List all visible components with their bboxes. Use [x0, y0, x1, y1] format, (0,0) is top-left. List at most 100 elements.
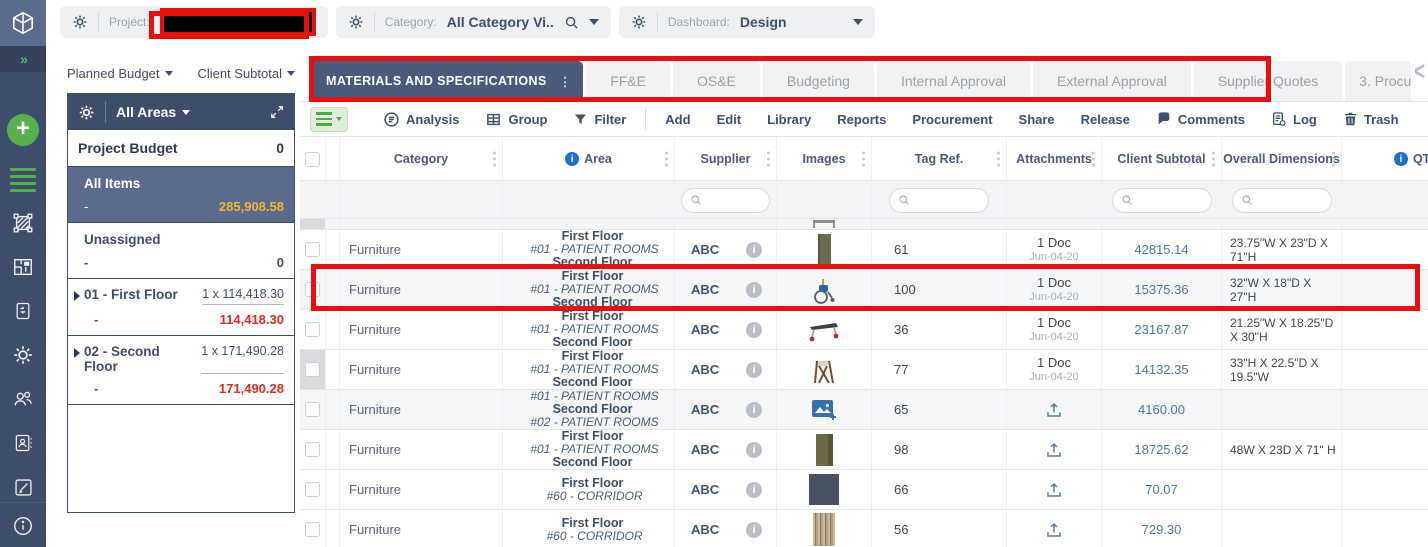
col-header-qty[interactable]: iQTY — [1342, 137, 1428, 181]
attachment-link[interactable]: 1 Doc — [1037, 235, 1071, 250]
group-button[interactable]: Group — [472, 111, 560, 128]
add-button[interactable]: Add — [652, 112, 703, 127]
reports-button[interactable]: Reports — [824, 112, 899, 127]
tab-ffe[interactable]: FF&E — [586, 61, 670, 101]
materials-swatch-icon[interactable] — [10, 210, 36, 236]
expand-arrow-icon[interactable] — [74, 291, 80, 301]
chevron-down-icon[interactable] — [588, 19, 599, 25]
info-icon[interactable] — [0, 502, 46, 537]
invoice-icon[interactable] — [10, 298, 36, 324]
project-budget-row[interactable]: Project Budget 0 — [68, 130, 294, 167]
areas-gear-icon[interactable] — [78, 104, 95, 121]
floorplan-icon[interactable] — [10, 254, 36, 280]
comments-button[interactable]: Comments — [1143, 111, 1258, 127]
planned-budget-dropdown[interactable]: Planned Budget — [67, 66, 173, 81]
table-row[interactable]: Furniture First Floor #01 - PATIENT ROOMS… — [300, 310, 1428, 350]
table-row[interactable]: Furniture First Floor #01 - PATIENT ROOMS… — [300, 430, 1428, 470]
team-users-icon[interactable] — [10, 386, 36, 412]
tag-ref-filter-field[interactable] — [914, 193, 969, 207]
table-row[interactable]: Furniture First Floor #60 - CORRIDOR ABC i… — [300, 510, 1428, 547]
attachment-link[interactable]: 1 Doc — [1037, 275, 1071, 290]
info-icon[interactable]: i — [746, 241, 762, 258]
log-button[interactable]: Log — [1258, 111, 1330, 127]
supplier-filter-field[interactable] — [706, 193, 762, 207]
col-header-supplier[interactable]: Supplier — [675, 137, 777, 181]
info-icon[interactable]: i — [746, 441, 762, 458]
column-menu-icon[interactable] — [997, 157, 1000, 161]
analysis-button[interactable]: Analysis — [370, 111, 472, 128]
col-header-images[interactable]: Images — [777, 137, 872, 181]
project-settings-gear-icon[interactable] — [72, 14, 88, 30]
product-image-stretcher[interactable] — [807, 317, 841, 343]
row-checkbox[interactable] — [305, 522, 320, 537]
unassigned-row[interactable]: Unassigned - 0 — [68, 223, 294, 279]
product-image-wheelchair[interactable] — [810, 275, 838, 305]
column-menu-icon[interactable] — [1092, 157, 1095, 161]
table-row[interactable]: Furniture First Floor #01 - PATIENT ROOMS… — [300, 350, 1428, 390]
table-row-highlighted[interactable]: Furniture First Floor #01 - PATIENT ROOMS… — [300, 270, 1428, 310]
row-checkbox[interactable] — [305, 322, 320, 337]
info-icon[interactable]: i — [746, 481, 762, 498]
product-image-wood-swatch[interactable] — [813, 513, 835, 546]
chevron-down-icon[interactable] — [852, 19, 863, 25]
dimensions-filter-input[interactable] — [1231, 187, 1332, 213]
col-header-area[interactable]: i Area — [503, 137, 675, 181]
column-menu-icon[interactable] — [1332, 157, 1335, 161]
client-subtotal-value[interactable]: 4160.00 — [1138, 402, 1185, 417]
client-subtotal-value[interactable]: 18725.62 — [1134, 442, 1188, 457]
client-subtotal-value[interactable]: 14132.35 — [1134, 362, 1188, 377]
product-image-cabinet[interactable] — [817, 233, 831, 266]
client-subtotal-filter-field[interactable] — [1136, 193, 1192, 207]
all-areas-dropdown[interactable]: All Areas — [116, 104, 191, 120]
tab-procurement[interactable]: 3. Procu — [1345, 61, 1412, 101]
app-logo[interactable] — [0, 0, 46, 46]
info-icon[interactable]: i — [746, 521, 762, 538]
tag-ref-filter-input[interactable] — [889, 187, 989, 213]
select-all-checkbox[interactable] — [305, 151, 320, 167]
view-menu-button[interactable] — [310, 106, 348, 132]
info-icon[interactable]: i — [746, 361, 762, 378]
client-subtotal-value[interactable]: 23167.87 — [1134, 322, 1188, 337]
row-checkbox[interactable] — [305, 282, 320, 297]
filter-button[interactable]: Filter — [560, 112, 639, 127]
expand-arrow-icon[interactable] — [74, 348, 80, 358]
col-header-client-subtotal[interactable]: Client Subtotal — [1102, 137, 1222, 181]
tab-external-approval[interactable]: External Approval — [1033, 61, 1191, 101]
dimensions-filter-field[interactable] — [1256, 193, 1312, 207]
info-icon[interactable]: i — [1393, 152, 1408, 166]
floor-row-second-floor[interactable]: 02 - Second Floor 1 x 171,490.28 - 171,4… — [68, 336, 294, 405]
column-menu-icon[interactable] — [767, 157, 770, 161]
dashboard-settings-gear-icon[interactable] — [631, 14, 647, 30]
col-header-attachments[interactable]: Attachments — [1007, 137, 1102, 181]
client-subtotal-dropdown[interactable]: Client Subtotal — [197, 66, 295, 81]
row-checkbox[interactable] — [305, 442, 320, 457]
compose-edit-icon[interactable] — [10, 474, 36, 500]
all-items-row[interactable]: All Items - 285,908.58 — [68, 167, 294, 223]
row-checkbox[interactable] — [305, 362, 320, 377]
floor-row-first-floor[interactable]: 01 - First Floor 1 x 114,418.30 - 114,41… — [68, 279, 294, 336]
tab-materials-and-specifications[interactable]: MATERIALS AND SPECIFICATIONS ⋮ — [310, 61, 584, 101]
table-row-partial[interactable] — [300, 219, 1428, 230]
dashboard-selector[interactable]: Dashboard: Design — [618, 6, 875, 38]
search-icon[interactable] — [564, 15, 579, 30]
column-menu-icon[interactable] — [1212, 157, 1215, 161]
add-new-button[interactable]: + — [7, 114, 39, 146]
product-image[interactable] — [813, 220, 835, 228]
product-image-wardrobe[interactable] — [815, 433, 833, 466]
edit-button[interactable]: Edit — [704, 112, 755, 127]
product-image-material-swatch[interactable] — [809, 474, 839, 505]
upload-attachment-icon[interactable] — [1045, 481, 1063, 499]
library-button[interactable]: Library — [754, 112, 824, 127]
collapse-panel-icon[interactable] — [270, 105, 284, 119]
info-icon[interactable]: i — [746, 281, 762, 298]
tab-budgeting[interactable]: Budgeting — [762, 61, 874, 101]
add-image-icon[interactable] — [811, 398, 837, 422]
settings-gear-icon[interactable] — [10, 342, 36, 368]
client-subtotal-filter-input[interactable] — [1111, 187, 1212, 213]
category-settings-gear-icon[interactable] — [348, 14, 364, 30]
supplier-filter-input[interactable] — [681, 187, 770, 213]
row-checkbox[interactable] — [305, 482, 320, 497]
select-all-checkbox-cell[interactable] — [300, 137, 326, 181]
release-button[interactable]: Release — [1068, 112, 1143, 127]
attachment-link[interactable]: 1 Doc — [1037, 315, 1071, 330]
